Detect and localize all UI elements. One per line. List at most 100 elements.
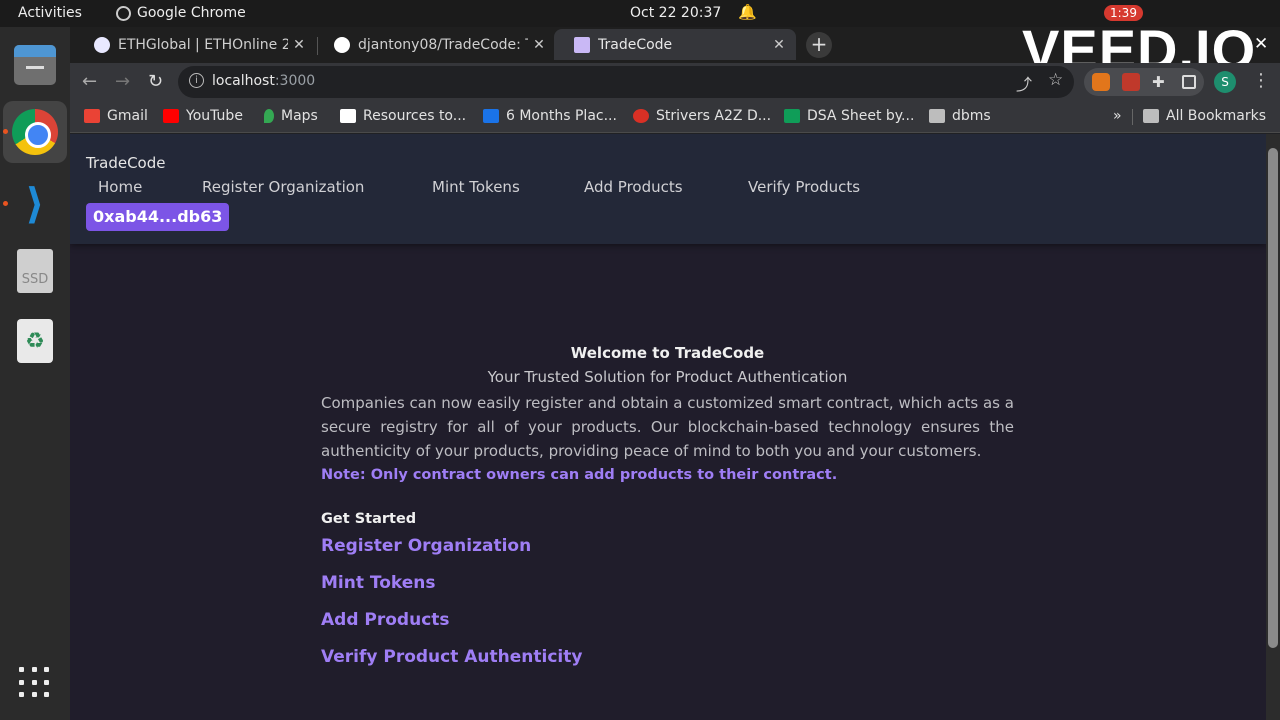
browser-toolbar: ← → ↻ i localhost:3000 ⤴ ☆ ✚ S ⋮ [70, 63, 1280, 101]
new-tab-button[interactable]: + [806, 32, 832, 58]
nav-mint-tokens[interactable]: Mint Tokens [432, 178, 520, 196]
bookmark-youtube[interactable]: YouTube [163, 108, 243, 124]
link-mint-tokens[interactable]: Mint Tokens [321, 570, 1014, 597]
bookmarks-bar: Gmail YouTube Maps Resources to... 6 Mon… [70, 101, 1280, 133]
close-tab-icon[interactable]: ✕ [528, 37, 550, 53]
bookmark-maps[interactable]: Maps [264, 108, 318, 124]
bookmark-star-icon[interactable]: ☆ [1048, 70, 1063, 90]
link-register-organization[interactable]: Register Organization [321, 533, 1014, 560]
bell-icon: 🔔 [738, 3, 757, 21]
bookmark-placement[interactable]: 6 Months Plac... [483, 108, 617, 124]
maps-pin-icon [264, 109, 274, 123]
more-bookmarks-button[interactable]: » [1113, 108, 1122, 124]
link-verify-product-authenticity[interactable]: Verify Product Authenticity [321, 644, 1014, 671]
scrollbar-thumb[interactable] [1268, 148, 1278, 648]
puzzle-extensions-icon[interactable]: ✚ [1152, 73, 1170, 91]
welcome-title: Welcome to TradeCode [570, 344, 765, 362]
trash-app[interactable]: ♻ [11, 317, 59, 365]
bookmark-resources[interactable]: Resources to... [340, 108, 466, 124]
close-tab-icon[interactable]: ✕ [768, 37, 790, 53]
browser-window: ETHGlobal | ETHOnline 2023 ✕ djantony08/… [70, 18, 1280, 720]
forward-arrow-icon[interactable]: → [115, 71, 130, 92]
vscode-icon: ⟩ [25, 178, 45, 228]
bookmark-strivers[interactable]: Strivers A2Z D... [633, 108, 771, 124]
side-panel-icon[interactable] [1182, 75, 1196, 89]
url-port: :3000 [274, 73, 316, 89]
link-add-products[interactable]: Add Products [321, 607, 1014, 634]
share-icon[interactable]: ⤴ [1016, 71, 1032, 95]
app-menu[interactable]: Google Chrome [116, 5, 246, 21]
app-grid-icon[interactable] [19, 667, 51, 699]
tab-label: ETHGlobal | ETHOnline 2023 [118, 36, 288, 53]
wallet-address-button[interactable]: 0xab44...db63 [86, 203, 230, 231]
files-app[interactable] [11, 41, 59, 89]
clock[interactable]: Oct 22 20:37 [630, 5, 721, 21]
url-host: localhost [212, 73, 275, 89]
bookmark-label: Resources to... [363, 108, 467, 124]
extension-icon[interactable] [1122, 73, 1140, 91]
ssd-drive[interactable]: SSD [11, 247, 59, 295]
bookmark-label: 6 Months Plac... [506, 108, 617, 124]
ethglobal-favicon-icon [94, 36, 110, 53]
close-tab-icon[interactable]: ✕ [288, 37, 310, 53]
bookmark-label: Gmail [107, 108, 148, 124]
bookmark-label: All Bookmarks [1166, 108, 1267, 124]
page-viewport: TradeCode Home Register Organization Min… [70, 134, 1266, 720]
nav-add-products[interactable]: Add Products [584, 178, 683, 196]
youtube-icon [163, 109, 179, 123]
window-close-icon[interactable]: ✕ [1254, 34, 1268, 54]
app-name: Google Chrome [137, 5, 246, 21]
site-info-icon[interactable]: i [189, 73, 204, 88]
chrome-icon [12, 109, 58, 155]
bookmark-label: DSA Sheet by... [807, 108, 915, 124]
tab-tradecode[interactable]: TradeCode ✕ [554, 29, 796, 60]
tab-strip: ETHGlobal | ETHOnline 2023 ✕ djantony08/… [70, 18, 1280, 81]
files-icon [14, 45, 56, 85]
vscode-app[interactable]: ⟩ [11, 178, 59, 228]
metamask-fox-icon[interactable] [1092, 73, 1110, 91]
site-brand[interactable]: TradeCode [86, 154, 165, 172]
github-favicon-icon [334, 36, 350, 53]
welcome-description: Companies can now easily register and ob… [321, 394, 1014, 460]
tab-ethglobal[interactable]: ETHGlobal | ETHOnline 2023 ✕ [74, 29, 316, 60]
tab-label: TradeCode [598, 36, 673, 53]
url-text: localhost:3000 [212, 73, 315, 89]
nav-home[interactable]: Home [98, 178, 142, 196]
nav-register-organization[interactable]: Register Organization [202, 178, 364, 196]
chrome-menu-icon[interactable]: ⋮ [1252, 70, 1270, 91]
welcome-section: Welcome to TradeCode Your Trusted Soluti… [321, 344, 1014, 671]
bookmark-dsa-sheet[interactable]: DSA Sheet by... [784, 108, 914, 124]
tradecode-favicon-icon [574, 36, 590, 53]
trash-icon: ♻ [17, 319, 53, 363]
folder-icon [929, 109, 945, 123]
bookmark-label: Maps [281, 108, 318, 124]
bookmark-separator [1132, 109, 1133, 125]
address-bar[interactable]: i localhost:3000 ⤴ ☆ [178, 66, 1074, 98]
running-indicator [3, 201, 8, 206]
running-indicator [3, 129, 8, 134]
tab-github[interactable]: djantony08/TradeCode: TradeCode ✕ [314, 29, 556, 60]
nav-verify-products[interactable]: Verify Products [748, 178, 860, 196]
welcome-subtitle: Your Trusted Solution for Product Authen… [487, 368, 848, 386]
extensions-area: ✚ [1084, 68, 1204, 96]
all-bookmarks-folder[interactable]: All Bookmarks [1143, 108, 1266, 124]
chrome-app[interactable] [11, 108, 59, 156]
dock: ⟩ SSD ♻ [0, 27, 70, 720]
reload-icon[interactable]: ↻ [148, 71, 163, 92]
profile-avatar[interactable]: S [1214, 71, 1236, 93]
bookmark-label: Strivers A2Z D... [656, 108, 772, 124]
bookmark-dbms[interactable]: dbms [929, 108, 991, 124]
sheets-icon [784, 109, 800, 123]
ssd-drive-icon: SSD [17, 249, 53, 293]
page-scrollbar[interactable] [1266, 134, 1280, 720]
back-arrow-icon[interactable]: ← [82, 71, 97, 92]
site-navbar: TradeCode Home Register Organization Min… [70, 134, 1266, 244]
owner-note: Note: Only contract owners can add produ… [321, 467, 838, 483]
gmail-icon [84, 109, 100, 123]
activities-button[interactable]: Activities [18, 5, 82, 21]
placement-icon [483, 109, 499, 123]
folder-icon [1143, 109, 1159, 123]
get-started-heading: Get Started [321, 511, 417, 527]
tab-label: djantony08/TradeCode: TradeCode [358, 36, 528, 53]
bookmark-gmail[interactable]: Gmail [84, 108, 148, 124]
